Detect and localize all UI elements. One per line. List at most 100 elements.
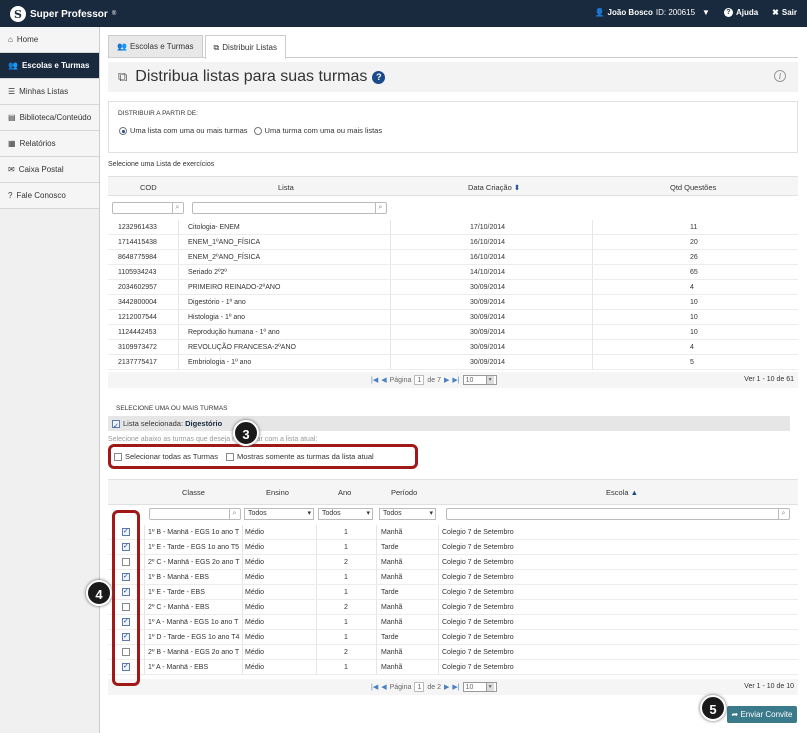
cell-escola: Colegio 7 de Setembro [442, 544, 514, 551]
sidebar-item-fale-conosco[interactable]: ? Fale Conosco [0, 183, 99, 209]
step-badge-3: 3 [233, 420, 259, 446]
cell-ensino: Médio [245, 559, 265, 566]
cell-data: 16/10/2014 [470, 239, 506, 246]
col-header-periodo[interactable]: Período [391, 488, 417, 497]
ensino-filter-select[interactable]: Todos [244, 508, 314, 520]
escola-filter-input[interactable]: ⌕ [446, 508, 790, 520]
col-header-cod[interactable]: COD [140, 183, 157, 192]
info-icon[interactable]: i [774, 70, 786, 82]
periodo-filter-select[interactable]: Todos [379, 508, 436, 520]
user-menu[interactable]: 👤 João Bosco ID: 200615 ▼ [595, 8, 710, 17]
turma-row[interactable]: 1º A - Manhã - EGS 1o ano T Médio 1 Manhã Co… [108, 615, 798, 630]
prev-page-icon[interactable]: ◀ [381, 683, 386, 691]
turma-row[interactable]: 1º E - Tarde - EGS 1o ano T5 Médio 1 Tarde C… [108, 540, 798, 555]
cell-escola: Colegio 7 de Setembro [442, 604, 514, 611]
list-row[interactable]: 1714415438 ENEM_1ºANO_FÍSICA 16/10/2014 20 [108, 235, 798, 250]
last-page-icon[interactable]: ▶| [452, 376, 459, 384]
cell-ensino: Médio [245, 664, 265, 671]
cell-ano: 1 [344, 574, 348, 581]
search-icon: ⌕ [172, 203, 182, 213]
cell-classe: 1º B - Manhã - EBS [148, 574, 209, 581]
tab-distribuir-listas[interactable]: ⧉ Distribuir Listas [204, 35, 286, 59]
help-link[interactable]: ? Ajuda [723, 8, 758, 17]
tab-escolas-turmas[interactable]: 👥 Escolas e Turmas [108, 35, 203, 57]
sidebar-item-biblioteca[interactable]: ▤ Biblioteca/Conteúdo [0, 105, 99, 131]
cell-classe: 1º A - Manhã - EBS [148, 664, 209, 671]
cod-filter-input[interactable]: ⌕ [112, 202, 184, 214]
lists-section-title: Selecione uma Lista de exercícios [108, 161, 215, 168]
turma-row[interactable]: 1º B - Manhã - EGS 1o ano T Médio 1 Manhã Co… [108, 525, 798, 540]
help-icon[interactable]: ? [372, 70, 386, 84]
list-icon: ☰ [8, 87, 16, 96]
user-name: João Bosco [607, 8, 653, 17]
cell-data: 30/09/2014 [470, 329, 506, 336]
cell-classe: 1º E - Tarde - EGS 1o ano T5 [148, 544, 240, 551]
cell-data: 16/10/2014 [470, 254, 506, 261]
copy-icon: ⧉ [118, 69, 128, 84]
sidebar-item-escolas-turmas[interactable]: 👥 Escolas e Turmas [0, 53, 99, 79]
radio-one-list-label: Uma lista com uma ou mais turmas [130, 126, 248, 135]
users-icon: 👥 [117, 42, 127, 51]
list-row[interactable]: 1212007544 Histologia - 1º ano 30/09/2014 1… [108, 310, 798, 325]
col-header-lista[interactable]: Lista [278, 183, 294, 192]
list-row[interactable]: 1124442453 Reprodução humana - 1º ano 30/0… [108, 325, 798, 340]
col-header-ensino[interactable]: Ensino [266, 488, 289, 497]
turma-row[interactable]: 2º C - Manhã - EGS 2o ano T Médio 2 Manhã Co… [108, 555, 798, 570]
classe-filter-input[interactable]: ⌕ [149, 508, 241, 520]
sort-icon: ⬍ [513, 183, 521, 192]
col-header-data[interactable]: Data Criação ⬍ [468, 183, 520, 192]
next-page-icon[interactable]: ▶ [444, 376, 449, 384]
logout-link[interactable]: ✖ Sair [772, 8, 797, 17]
list-row[interactable]: 3442800004 Digestório - 1º ano 30/09/2014 1… [108, 295, 798, 310]
list-row[interactable]: 2137775417 Embriologia - 1º ano 30/09/2014… [108, 355, 798, 370]
cell-cod: 8648775984 [118, 254, 157, 261]
cell-ano: 2 [344, 604, 348, 611]
radio-one-list[interactable]: Uma lista com uma ou mais turmas [119, 126, 248, 136]
list-row[interactable]: 3109973472 REVOLUÇÃO FRANCESA-2ºANO 30/09/… [108, 340, 798, 355]
sidebar-item-relatorios[interactable]: ▦ Relatórios [0, 131, 99, 157]
page-input[interactable]: 1 [414, 375, 425, 385]
turma-row[interactable]: 1º A - Manhã - EBS Médio 1 Manhã Colegio 7 d… [108, 660, 798, 675]
list-row[interactable]: 8648775984 ENEM_2ºANO_FÍSICA 16/10/2014 26 [108, 250, 798, 265]
sidebar-item-home[interactable]: ⌂ Home [0, 27, 99, 53]
cell-ensino: Médio [245, 544, 265, 551]
turma-row[interactable]: 1º B - Manhã - EBS Médio 1 Manhã Colegio 7 d… [108, 570, 798, 585]
page-input[interactable]: 1 [414, 682, 425, 692]
last-page-icon[interactable]: ▶| [452, 683, 459, 691]
prev-page-icon[interactable]: ◀ [381, 376, 386, 384]
cell-ano: 2 [344, 559, 348, 566]
logout-label: Sair [781, 8, 797, 17]
turma-row[interactable]: 2º C - Manhã - EBS Médio 2 Manhã Colegio 7 d… [108, 600, 798, 615]
per-page-select[interactable]: 10 ▼ [462, 682, 497, 692]
sidebar-item-caixa-postal[interactable]: ✉ Caixa Postal [0, 157, 99, 183]
sidebar-item-minhas-listas[interactable]: ☰ Minhas Listas [0, 79, 99, 105]
radio-one-class[interactable]: Uma turma com uma ou mais listas [253, 126, 382, 136]
list-row[interactable]: 2034602957 PRIMEIRO REINADO-2ºANO 30/09/20… [108, 280, 798, 295]
col-header-escola[interactable]: Escola ▲ [606, 488, 638, 497]
turma-row[interactable]: 1º E - Tarde - EBS Médio 1 Tarde Colegio 7 d… [108, 585, 798, 600]
caret-down-icon: ▼ [702, 8, 710, 17]
first-page-icon[interactable]: |◀ [371, 683, 378, 691]
col-header-qtd[interactable]: Qtd Questões [670, 183, 716, 192]
list-row[interactable]: 1232961433 Citologia- ENEM 17/10/2014 11 [108, 220, 798, 235]
sidebar: ⌂ Home 👥 Escolas e Turmas ☰ Minhas Listas ▤… [0, 27, 100, 733]
list-row[interactable]: 1105934243 Seriado 2º2º 14/10/2014 65 [108, 265, 798, 280]
col-header-classe[interactable]: Classe [182, 488, 205, 497]
ano-filter-select[interactable]: Todos [318, 508, 373, 520]
selected-list-label: Lista selecionada: [123, 419, 184, 428]
cell-data: 30/09/2014 [470, 344, 506, 351]
lista-filter-input[interactable]: ⌕ [192, 202, 387, 214]
send-invite-button[interactable]: ➦ Enviar Convite [727, 706, 797, 723]
cell-classe: 1º E - Tarde - EBS [148, 589, 205, 596]
per-page-select[interactable]: 10 ▼ [462, 375, 497, 385]
turma-row[interactable]: 1º D - Tarde - EGS 1o ano T4 Médio 1 Tarde C… [108, 630, 798, 645]
cell-periodo: Tarde [381, 544, 399, 551]
cell-escola: Colegio 7 de Setembro [442, 664, 514, 671]
first-page-icon[interactable]: |◀ [371, 376, 378, 384]
lists-pager: |◀ ◀ Página 1 de 7 ▶ ▶| 10 ▼ Ver 1 - 10 d… [108, 372, 798, 388]
logo[interactable]: S Super Professor ® [10, 6, 116, 22]
next-page-icon[interactable]: ▶ [444, 683, 449, 691]
turma-row[interactable]: 2º B - Manhã - EGS 2o ano T Médio 2 Manhã Co… [108, 645, 798, 660]
col-header-ano[interactable]: Ano [338, 488, 351, 497]
users-icon: 👥 [8, 61, 18, 70]
